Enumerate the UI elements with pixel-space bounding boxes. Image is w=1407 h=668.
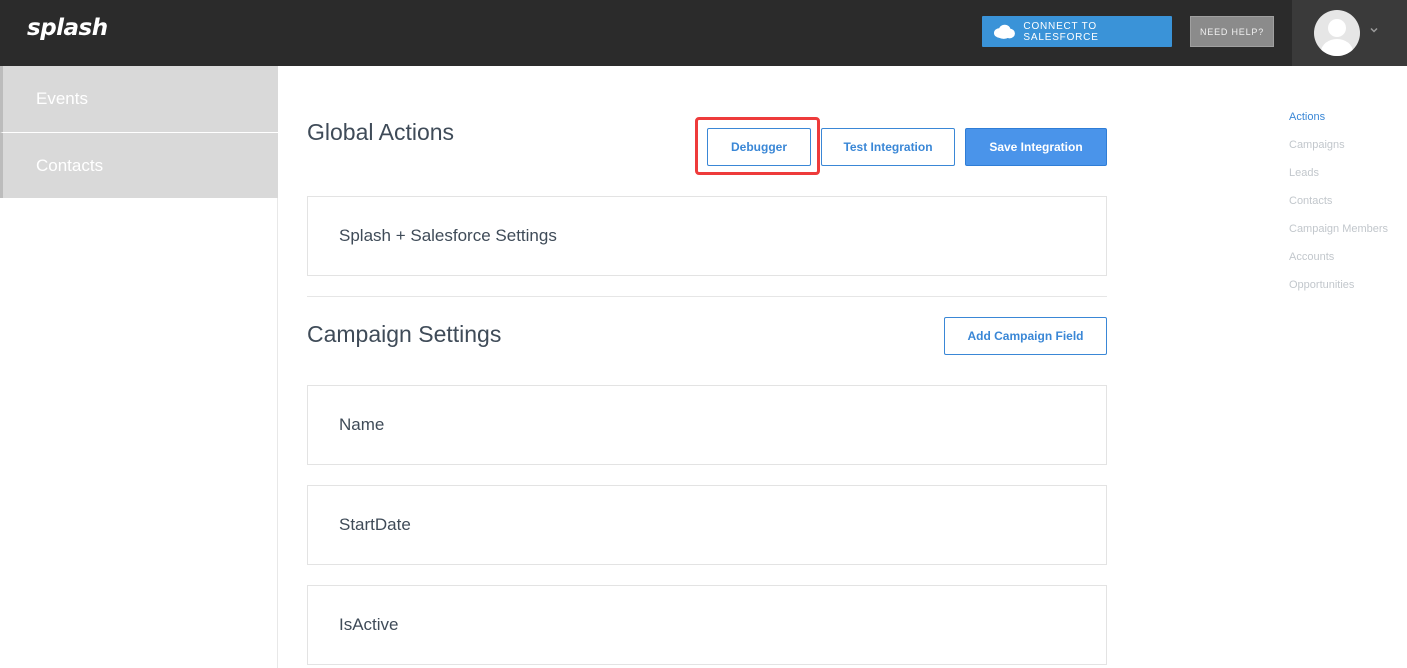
nav-link-opportunities[interactable]: Opportunities [1289, 276, 1407, 304]
global-actions-title: Global Actions [307, 119, 455, 145]
nav-link-actions[interactable]: Actions [1289, 108, 1407, 136]
nav-link-campaigns[interactable]: Campaigns [1289, 136, 1407, 164]
debugger-highlight [695, 117, 820, 175]
nav-link-leads[interactable]: Leads [1289, 164, 1407, 192]
salesforce-cloud-icon [993, 24, 1015, 39]
test-integration-button[interactable]: Test Integration [821, 128, 955, 166]
campaign-field-isactive[interactable]: IsActive [307, 585, 1107, 665]
campaign-field-startdate[interactable]: StartDate [307, 485, 1107, 565]
sidebar-item-label: Events [36, 89, 88, 108]
campaign-settings-title: Campaign Settings [307, 321, 502, 347]
campaign-field-name[interactable]: Name [307, 385, 1107, 465]
field-label: Name [339, 415, 385, 434]
sidebar-item-events[interactable]: Events [0, 66, 278, 132]
section-divider [307, 296, 1107, 297]
splash-logo[interactable]: splash [27, 15, 108, 41]
sidebar-item-contacts[interactable]: Contacts [0, 132, 278, 198]
user-avatar-icon [1314, 10, 1360, 56]
add-campaign-field-button[interactable]: Add Campaign Field [944, 317, 1107, 355]
nav-link-campaign-members[interactable]: Campaign Members [1289, 220, 1407, 248]
field-label: StartDate [339, 515, 411, 534]
nav-link-accounts[interactable]: Accounts [1289, 248, 1407, 276]
save-integration-button[interactable]: Save Integration [965, 128, 1107, 166]
chevron-down-icon [1370, 27, 1378, 33]
nav-link-contacts[interactable]: Contacts [1289, 192, 1407, 220]
settings-card-label: Splash + Salesforce Settings [339, 226, 557, 245]
page-section-nav: Actions Campaigns Leads Contacts Campaig… [1289, 108, 1407, 304]
sidebar: Events Contacts [0, 66, 278, 668]
sidebar-item-label: Contacts [36, 155, 104, 175]
connect-salesforce-button[interactable]: CONNECT TO SALESFORCE [982, 16, 1172, 47]
top-bar: splash CONNECT TO SALESFORCE NEED HELP? [0, 0, 1407, 66]
connect-salesforce-label: CONNECT TO SALESFORCE [1023, 20, 1099, 43]
user-menu[interactable] [1292, 0, 1407, 66]
need-help-button[interactable]: NEED HELP? [1190, 16, 1274, 47]
field-label: IsActive [339, 615, 399, 634]
salesforce-settings-card[interactable]: Splash + Salesforce Settings [307, 196, 1107, 276]
